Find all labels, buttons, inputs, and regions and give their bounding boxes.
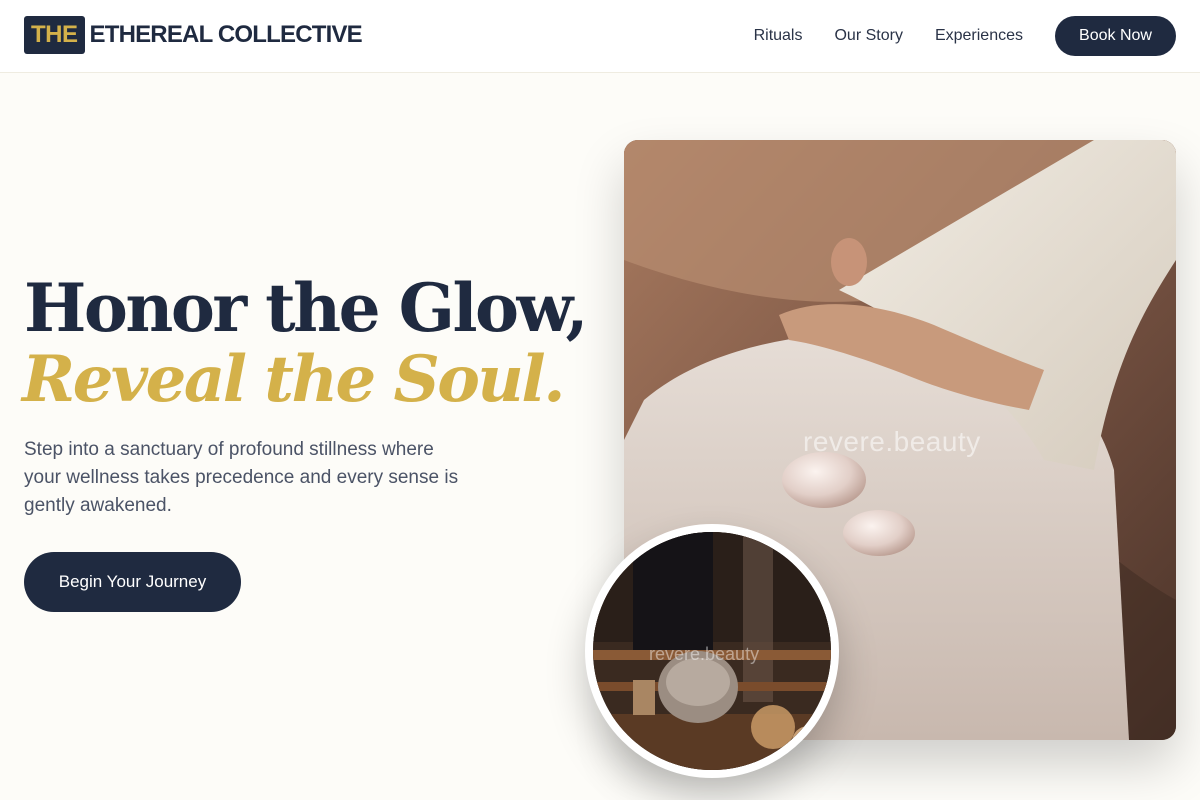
site-header: THE ETHEREAL COLLECTIVE Rituals Our Stor… [0, 0, 1200, 73]
logo-badge: THE [24, 16, 85, 54]
sauna-photo: revere.beauty [585, 524, 839, 778]
hero-headline-line1: Honor the Glow, [24, 269, 588, 347]
nav-link-our-story[interactable]: Our Story [834, 27, 902, 45]
logo[interactable]: THE ETHEREAL COLLECTIVE [24, 16, 363, 54]
book-now-button[interactable]: Book Now [1055, 16, 1176, 56]
main-nav: Rituals Our Story Experiences Book Now [754, 16, 1176, 56]
hero-subtitle: Step into a sanctuary of profound stilln… [24, 439, 459, 516]
circle-photo-watermark: revere.beauty [649, 644, 760, 664]
logo-text: ETHEREAL COLLECTIVE [89, 21, 363, 48]
hero-headline-line2: Reveal the Soul. [22, 342, 566, 417]
main-photo-watermark: revere.beauty [803, 426, 981, 457]
nav-link-experiences[interactable]: Experiences [935, 27, 1023, 45]
begin-journey-button[interactable]: Begin Your Journey [24, 552, 241, 612]
nav-link-rituals[interactable]: Rituals [754, 27, 803, 45]
